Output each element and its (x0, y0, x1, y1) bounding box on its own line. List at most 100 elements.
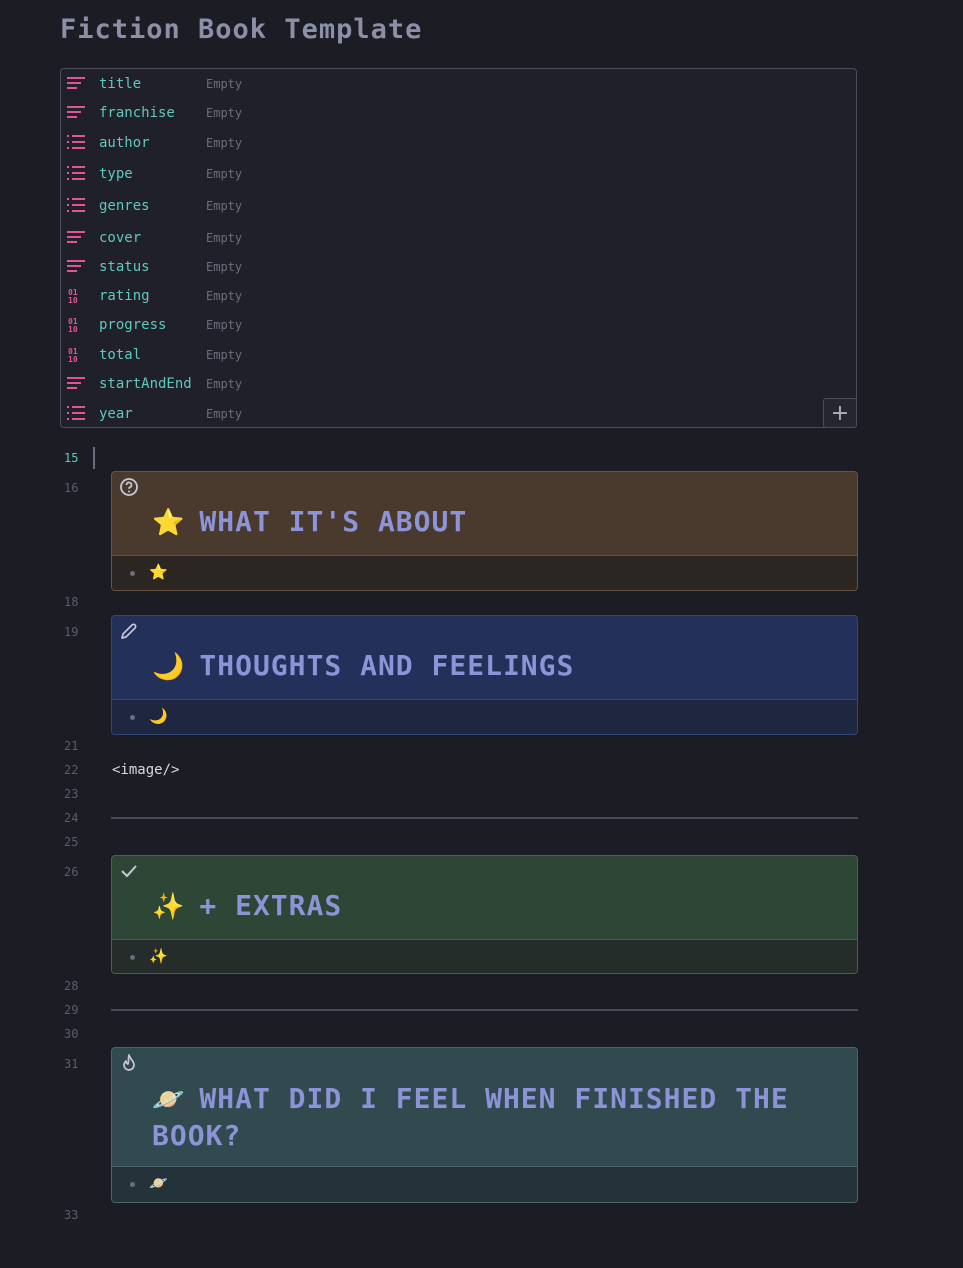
svg-text:10: 10 (68, 325, 78, 333)
svg-text:10: 10 (68, 355, 78, 363)
property-row-progress[interactable]: 01 10 progress Empty (61, 314, 856, 336)
text-lines-icon (67, 105, 87, 121)
callout-body: 🪐 (112, 1166, 857, 1202)
line-number: 26 (64, 865, 79, 879)
callout-about[interactable]: ⭐ WHAT IT'S ABOUT ⭐ (111, 471, 858, 591)
property-value[interactable]: Empty (206, 199, 242, 213)
callout-title: ✨ + EXTRAS (112, 856, 857, 922)
line-number: 29 (64, 1003, 79, 1017)
property-key[interactable]: total (99, 347, 141, 363)
callout-title-text: WHAT IT'S ABOUT (199, 505, 468, 538)
bullet-point (130, 1182, 135, 1187)
bullet-emoji: ⭐ (149, 563, 168, 581)
line-number: 15 (64, 451, 79, 465)
check-icon (119, 861, 139, 881)
property-value[interactable]: Empty (206, 231, 242, 245)
text-lines-icon (67, 376, 87, 392)
property-key[interactable]: title (99, 76, 141, 92)
callout-body: ⭐ (112, 555, 857, 590)
line-number: 28 (64, 979, 79, 993)
binary-number-icon: 01 10 (67, 288, 87, 304)
moon-emoji: 🌙 (152, 652, 186, 682)
property-value[interactable]: Empty (206, 77, 242, 91)
property-row-genres[interactable]: genres Empty (61, 195, 856, 217)
property-value[interactable]: Empty (206, 167, 242, 181)
callout-body: ✨ (112, 939, 857, 973)
property-value[interactable]: Empty (206, 348, 242, 362)
callout-title-text: THOUGHTS AND FEELINGS (199, 649, 575, 682)
text-lines-icon (67, 230, 87, 246)
text-lines-icon (67, 76, 87, 92)
horizontal-rule (111, 1009, 858, 1011)
text-lines-icon (67, 259, 87, 275)
property-key[interactable]: status (99, 259, 150, 275)
property-key[interactable]: genres (99, 198, 150, 214)
binary-number-icon: 01 10 (67, 347, 87, 363)
property-value[interactable]: Empty (206, 136, 242, 150)
line-number: 19 (64, 625, 79, 639)
line-number: 33 (64, 1208, 79, 1222)
text-cursor (93, 447, 95, 469)
line-number: 30 (64, 1027, 79, 1041)
list-icon (67, 135, 87, 151)
list-icon (67, 198, 87, 214)
property-value[interactable]: Empty (206, 377, 242, 391)
callout-extras[interactable]: ✨ + EXTRAS ✨ (111, 855, 858, 974)
property-value[interactable]: Empty (206, 407, 242, 421)
property-key[interactable]: cover (99, 230, 141, 246)
callout-title: ⭐ WHAT IT'S ABOUT (112, 472, 857, 538)
add-property-button[interactable]: + (823, 398, 857, 428)
line-number: 31 (64, 1057, 79, 1071)
property-value[interactable]: Empty (206, 318, 242, 332)
callout-title: 🪐 WHAT DID I FEEL WHEN FINISHED THE BOOK? (112, 1048, 857, 1154)
properties-panel: title Empty franchise Empty author Empty… (60, 68, 857, 428)
line-number: 16 (64, 481, 79, 495)
property-row-total[interactable]: 01 10 total Empty (61, 344, 856, 366)
property-key[interactable]: startAndEnd (99, 376, 192, 392)
property-key[interactable]: progress (99, 317, 166, 333)
planet-emoji: 🪐 (152, 1085, 186, 1115)
callout-body: 🌙 (112, 699, 857, 734)
property-row-author[interactable]: author Empty (61, 132, 856, 154)
property-key[interactable]: author (99, 135, 150, 151)
line-number: 21 (64, 739, 79, 753)
bullet-emoji: 🪐 (149, 1174, 168, 1192)
property-value[interactable]: Empty (206, 106, 242, 120)
callout-title-text: WHAT DID I FEEL WHEN FINISHED THE BOOK? (152, 1082, 789, 1152)
property-key[interactable]: year (99, 406, 133, 422)
list-icon (67, 406, 87, 422)
line-number: 18 (64, 595, 79, 609)
property-row-status[interactable]: status Empty (61, 256, 856, 278)
property-row-type[interactable]: type Empty (61, 163, 856, 185)
property-row-franchise[interactable]: franchise Empty (61, 102, 856, 124)
list-icon (67, 166, 87, 182)
line-number: 24 (64, 811, 79, 825)
star-emoji: ⭐ (152, 508, 186, 538)
callout-thoughts[interactable]: 🌙 THOUGHTS AND FEELINGS 🌙 (111, 615, 858, 735)
callout-title-text: + EXTRAS (199, 889, 343, 922)
horizontal-rule (111, 817, 858, 819)
line-number: 23 (64, 787, 79, 801)
question-circle-icon (119, 477, 139, 497)
property-row-cover[interactable]: cover Empty (61, 227, 856, 249)
property-key[interactable]: type (99, 166, 133, 182)
callout-finished[interactable]: 🪐 WHAT DID I FEEL WHEN FINISHED THE BOOK?… (111, 1047, 858, 1203)
property-key[interactable]: franchise (99, 105, 175, 121)
bullet-point (130, 715, 135, 720)
binary-number-icon: 01 10 (67, 317, 87, 333)
property-row-year[interactable]: year Empty (61, 403, 856, 425)
property-key[interactable]: rating (99, 288, 150, 304)
sparkles-emoji: ✨ (152, 892, 186, 922)
property-row-startandend[interactable]: startAndEnd Empty (61, 373, 856, 395)
property-value[interactable]: Empty (206, 260, 242, 274)
bullet-point (130, 955, 135, 960)
property-row-title[interactable]: title Empty (61, 73, 856, 95)
image-tag-text[interactable]: <image/> (112, 762, 179, 778)
callout-title: 🌙 THOUGHTS AND FEELINGS (112, 616, 857, 682)
property-row-rating[interactable]: 01 10 rating Empty (61, 285, 856, 307)
svg-text:10: 10 (68, 296, 78, 304)
property-value[interactable]: Empty (206, 289, 242, 303)
line-number: 25 (64, 835, 79, 849)
bullet-point (130, 571, 135, 576)
page-title: Fiction Book Template (60, 14, 423, 45)
